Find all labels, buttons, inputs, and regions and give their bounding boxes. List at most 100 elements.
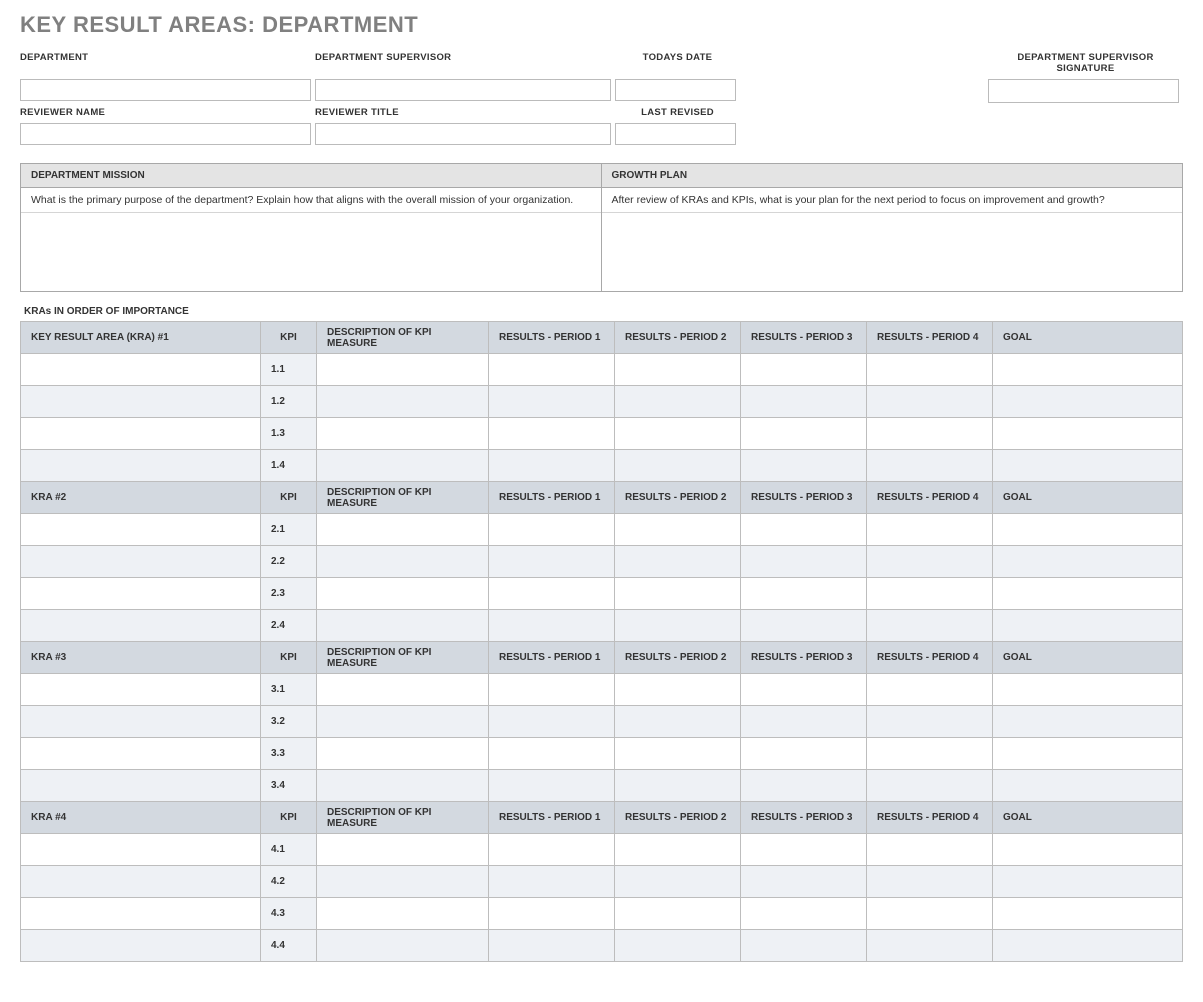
results-p2-cell[interactable] — [615, 418, 741, 450]
results-p3-cell[interactable] — [741, 866, 867, 898]
supervisor-field[interactable] — [315, 79, 611, 101]
results-p3-cell[interactable] — [741, 738, 867, 770]
results-p3-cell[interactable] — [741, 386, 867, 418]
mission-body[interactable] — [21, 213, 601, 291]
kra-name-cell[interactable] — [21, 770, 261, 802]
results-p1-cell[interactable] — [489, 546, 615, 578]
results-p1-cell[interactable] — [489, 674, 615, 706]
results-p2-cell[interactable] — [615, 514, 741, 546]
results-p3-cell[interactable] — [741, 546, 867, 578]
goal-cell[interactable] — [993, 738, 1183, 770]
kpi-desc-cell[interactable] — [317, 610, 489, 642]
kpi-desc-cell[interactable] — [317, 674, 489, 706]
results-p3-cell[interactable] — [741, 706, 867, 738]
results-p2-cell[interactable] — [615, 866, 741, 898]
goal-cell[interactable] — [993, 578, 1183, 610]
goal-cell[interactable] — [993, 930, 1183, 962]
results-p3-cell[interactable] — [741, 450, 867, 482]
kra-name-cell[interactable] — [21, 450, 261, 482]
kra-name-cell[interactable] — [21, 930, 261, 962]
results-p1-cell[interactable] — [489, 834, 615, 866]
goal-cell[interactable] — [993, 546, 1183, 578]
kpi-desc-cell[interactable] — [317, 386, 489, 418]
kra-name-cell[interactable] — [21, 418, 261, 450]
kpi-desc-cell[interactable] — [317, 546, 489, 578]
kra-name-cell[interactable] — [21, 834, 261, 866]
results-p3-cell[interactable] — [741, 674, 867, 706]
results-p4-cell[interactable] — [867, 706, 993, 738]
todays-date-field[interactable] — [615, 79, 736, 101]
results-p1-cell[interactable] — [489, 866, 615, 898]
results-p4-cell[interactable] — [867, 418, 993, 450]
kra-name-cell[interactable] — [21, 674, 261, 706]
goal-cell[interactable] — [993, 674, 1183, 706]
results-p4-cell[interactable] — [867, 674, 993, 706]
goal-cell[interactable] — [993, 386, 1183, 418]
goal-cell[interactable] — [993, 418, 1183, 450]
results-p4-cell[interactable] — [867, 578, 993, 610]
results-p2-cell[interactable] — [615, 610, 741, 642]
results-p3-cell[interactable] — [741, 898, 867, 930]
results-p1-cell[interactable] — [489, 738, 615, 770]
last-revised-field[interactable] — [615, 123, 736, 145]
kpi-desc-cell[interactable] — [317, 866, 489, 898]
results-p4-cell[interactable] — [867, 770, 993, 802]
kpi-desc-cell[interactable] — [317, 706, 489, 738]
results-p4-cell[interactable] — [867, 450, 993, 482]
results-p1-cell[interactable] — [489, 610, 615, 642]
results-p1-cell[interactable] — [489, 770, 615, 802]
results-p1-cell[interactable] — [489, 578, 615, 610]
results-p1-cell[interactable] — [489, 354, 615, 386]
results-p3-cell[interactable] — [741, 418, 867, 450]
kra-name-cell[interactable] — [21, 738, 261, 770]
kpi-desc-cell[interactable] — [317, 770, 489, 802]
results-p2-cell[interactable] — [615, 578, 741, 610]
results-p3-cell[interactable] — [741, 930, 867, 962]
kpi-desc-cell[interactable] — [317, 354, 489, 386]
goal-cell[interactable] — [993, 834, 1183, 866]
kra-name-cell[interactable] — [21, 610, 261, 642]
results-p4-cell[interactable] — [867, 354, 993, 386]
growth-body[interactable] — [602, 213, 1183, 291]
results-p1-cell[interactable] — [489, 450, 615, 482]
goal-cell[interactable] — [993, 770, 1183, 802]
results-p4-cell[interactable] — [867, 898, 993, 930]
results-p4-cell[interactable] — [867, 738, 993, 770]
goal-cell[interactable] — [993, 450, 1183, 482]
results-p4-cell[interactable] — [867, 834, 993, 866]
results-p4-cell[interactable] — [867, 866, 993, 898]
results-p2-cell[interactable] — [615, 770, 741, 802]
kpi-desc-cell[interactable] — [317, 898, 489, 930]
results-p1-cell[interactable] — [489, 930, 615, 962]
goal-cell[interactable] — [993, 866, 1183, 898]
goal-cell[interactable] — [993, 610, 1183, 642]
results-p3-cell[interactable] — [741, 834, 867, 866]
kra-name-cell[interactable] — [21, 866, 261, 898]
kra-name-cell[interactable] — [21, 706, 261, 738]
results-p3-cell[interactable] — [741, 354, 867, 386]
results-p2-cell[interactable] — [615, 546, 741, 578]
results-p1-cell[interactable] — [489, 386, 615, 418]
kpi-desc-cell[interactable] — [317, 514, 489, 546]
results-p2-cell[interactable] — [615, 354, 741, 386]
kra-name-cell[interactable] — [21, 514, 261, 546]
kra-name-cell[interactable] — [21, 898, 261, 930]
kra-name-cell[interactable] — [21, 386, 261, 418]
kpi-desc-cell[interactable] — [317, 418, 489, 450]
results-p2-cell[interactable] — [615, 930, 741, 962]
goal-cell[interactable] — [993, 354, 1183, 386]
kpi-desc-cell[interactable] — [317, 578, 489, 610]
kpi-desc-cell[interactable] — [317, 738, 489, 770]
results-p3-cell[interactable] — [741, 770, 867, 802]
goal-cell[interactable] — [993, 514, 1183, 546]
results-p4-cell[interactable] — [867, 514, 993, 546]
results-p1-cell[interactable] — [489, 898, 615, 930]
results-p3-cell[interactable] — [741, 578, 867, 610]
results-p2-cell[interactable] — [615, 738, 741, 770]
goal-cell[interactable] — [993, 898, 1183, 930]
department-field[interactable] — [20, 79, 311, 101]
results-p2-cell[interactable] — [615, 674, 741, 706]
results-p1-cell[interactable] — [489, 418, 615, 450]
kpi-desc-cell[interactable] — [317, 930, 489, 962]
results-p4-cell[interactable] — [867, 610, 993, 642]
